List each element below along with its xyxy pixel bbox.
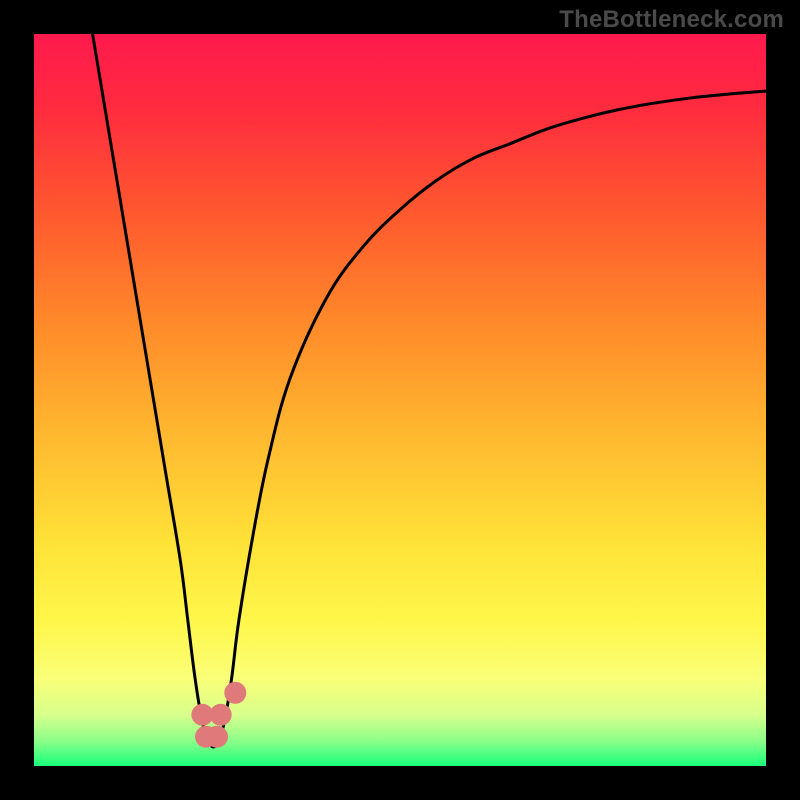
plot-area	[34, 34, 766, 766]
watermark-text: TheBottleneck.com	[559, 6, 784, 34]
data-marker	[210, 704, 232, 726]
data-marker	[224, 682, 246, 704]
gradient-background	[34, 34, 766, 766]
bottleneck-chart	[34, 34, 766, 766]
data-marker	[206, 726, 228, 748]
chart-frame: TheBottleneck.com	[0, 0, 800, 800]
